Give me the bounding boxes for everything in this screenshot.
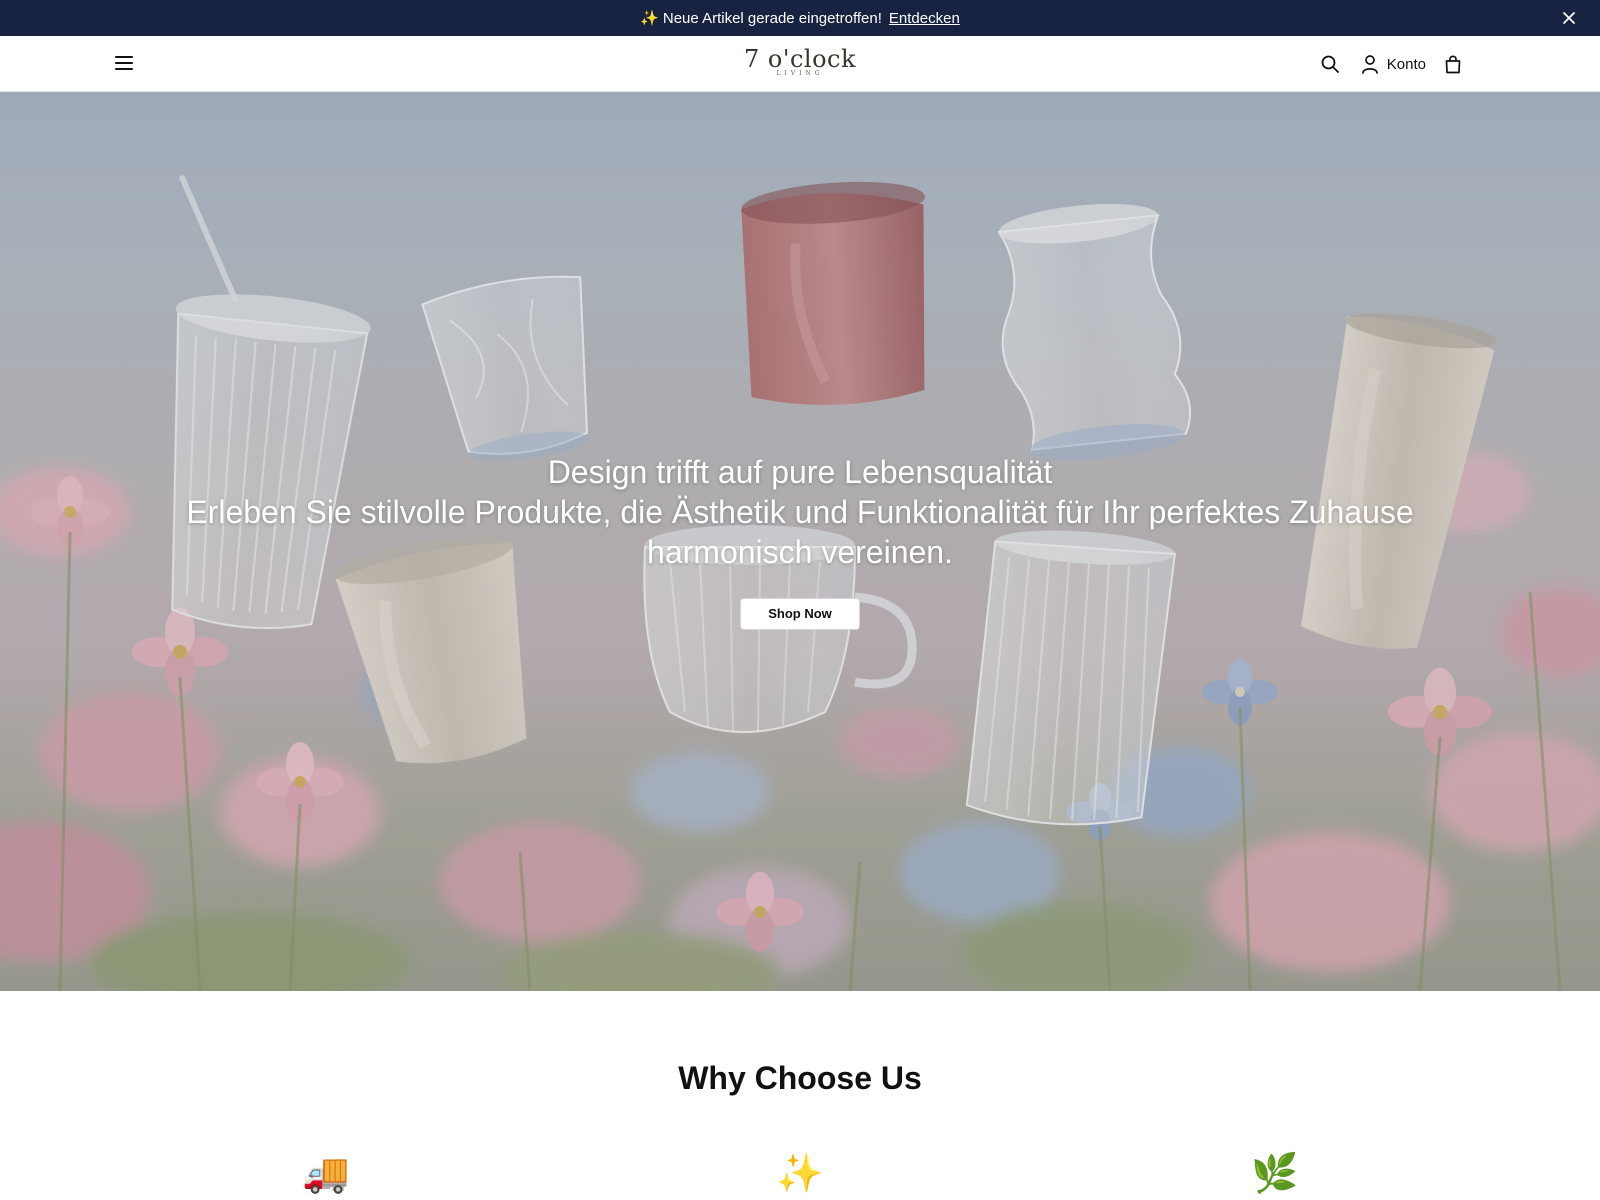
hero-subtitle: Erleben Sie stilvolle Produkte, die Ästh… <box>186 494 1414 570</box>
sparkles-icon: ✨ <box>776 1153 824 1195</box>
sparkle-icon: ✨ <box>640 10 659 27</box>
hero-title: Design trifft auf pure Lebensqualität <box>547 454 1053 490</box>
shopping-bag-icon[interactable] <box>1442 53 1464 75</box>
announcement-bar: ✨ Neue Artikel gerade eingetroffen! Entd… <box>0 0 1600 36</box>
close-icon[interactable] <box>1560 9 1578 27</box>
account-label: Konto <box>1386 55 1426 73</box>
hero-text: Design trifft auf pure Lebensqualität Er… <box>0 452 1600 572</box>
leaf-icon: 🌿 <box>1251 1153 1299 1195</box>
logo-wordmark: 7 o'clock <box>744 45 856 73</box>
discover-link[interactable]: Entdecken <box>889 10 960 27</box>
account-link[interactable]: Konto <box>1359 53 1426 75</box>
user-icon <box>1359 53 1381 75</box>
why-choose-us-heading: Why Choose Us <box>678 1060 922 1096</box>
site-header: 7 o'clock LIVING Konto <box>0 36 1600 92</box>
announcement-text: Neue Artikel gerade eingetroffen! <box>662 9 882 27</box>
delivery-truck-icon: 🚚 <box>302 1153 350 1195</box>
site-logo[interactable]: 7 o'clock LIVING <box>740 46 860 86</box>
header-actions: Konto <box>1319 36 1464 92</box>
shop-now-button[interactable]: Shop Now <box>740 598 860 630</box>
hamburger-menu-icon[interactable] <box>113 52 135 74</box>
hero-banner: Design trifft auf pure Lebensqualität Er… <box>0 92 1600 991</box>
search-icon[interactable] <box>1319 53 1341 75</box>
